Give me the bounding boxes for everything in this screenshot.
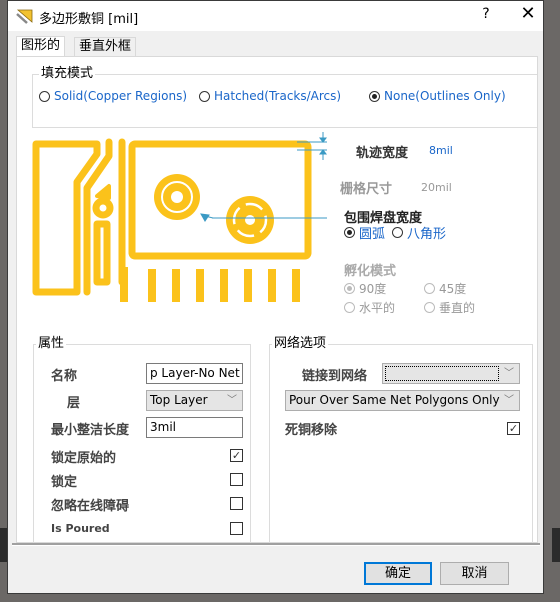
polygon-pour-dialog: 多边形敷铜 [mil] ? ✕ 图形的 垂直外框 填充模式 Solid(Copp… — [7, 0, 544, 594]
ignore-obstacles-label: 忽略在线障碍 — [51, 499, 130, 514]
footer-divider — [12, 543, 540, 546]
window-title: 多边形敷铜 [mil] — [39, 12, 139, 27]
fill-mode-title: 填充模式 — [39, 66, 96, 82]
radio-hatched-label: Hatched(Tracks/Arcs) — [214, 89, 342, 103]
radio-45-label: 45度 — [439, 282, 467, 296]
track-width-value[interactable]: 8mil — [429, 144, 453, 157]
copper-pad-left — [154, 174, 200, 220]
hatch-mode-label: 孵化模式 — [344, 264, 397, 279]
locked-checkbox[interactable] — [230, 473, 243, 486]
properties-title: 属性 — [36, 336, 67, 352]
radio-solid[interactable]: Solid(Copper Regions) — [39, 89, 187, 103]
radio-indicator — [344, 283, 355, 294]
layer-label: 层 — [67, 396, 81, 411]
radio-indicator — [424, 283, 435, 294]
connect-to-net-select[interactable]: ﹀ — [382, 363, 520, 384]
properties-group: 属性 名称 p Layer-No Net 1 层 Top Layer ﹀ 最小整… — [33, 336, 251, 544]
net-options-group: 网络选项 链接到网络 ﹀ Pour Over Same Net Polygons… — [269, 336, 533, 544]
radio-indicator — [344, 302, 355, 313]
radio-arcs-label: 圆弧 — [359, 227, 386, 242]
radio-90-label: 90度 — [359, 282, 387, 296]
radio-hatched[interactable]: Hatched(Tracks/Arcs) — [199, 89, 341, 103]
help-button[interactable]: ? — [472, 6, 500, 26]
set-square-ruler-icon — [16, 9, 33, 24]
min-prim-length-field[interactable]: 3mil — [146, 417, 243, 438]
locked-label: 锁定 — [51, 475, 78, 490]
radio-vertical[interactable]: 垂直的 — [424, 299, 475, 316]
connect-to-net-label: 链接到网络 — [302, 369, 368, 384]
ignore-obstacles-checkbox[interactable] — [230, 497, 243, 510]
radio-indicator — [344, 227, 355, 238]
chevron-down-icon: ﹀ — [504, 395, 514, 406]
is-poured-checkbox[interactable] — [230, 522, 243, 535]
polygon-preview-illustration — [32, 132, 327, 302]
copper-triangle — [95, 184, 111, 200]
is-poured-label: Is Poured — [51, 522, 110, 535]
name-label: 名称 — [51, 369, 78, 384]
pour-over-value: Pour Over Same Net Polygons Only — [289, 393, 500, 407]
copper-pad-right — [226, 196, 274, 244]
net-options-title: 网络选项 — [272, 336, 329, 352]
close-button[interactable]: ✕ — [508, 3, 548, 29]
radio-horizontal-label: 水平的 — [359, 301, 396, 315]
tab-graphics[interactable]: 图形的 — [16, 36, 66, 58]
lock-primitives-checkbox[interactable]: ✓ — [230, 449, 243, 462]
radio-45-degree[interactable]: 45度 — [424, 280, 466, 297]
radio-octagons[interactable]: 八角形 — [392, 223, 446, 242]
copper-slot — [93, 220, 111, 286]
radio-arcs[interactable]: 圆弧 — [344, 223, 385, 242]
checkmark-icon: ✓ — [508, 422, 519, 435]
radio-indicator — [424, 302, 435, 313]
remove-dead-copper-label: 死铜移除 — [285, 423, 338, 438]
radio-90-degree[interactable]: 90度 — [344, 280, 386, 297]
radio-indicator — [369, 90, 380, 102]
radio-vertical-label: 垂直的 — [439, 301, 476, 315]
radio-indicator — [392, 227, 403, 238]
radio-octagons-label: 八角形 — [407, 227, 447, 242]
pour-over-select[interactable]: Pour Over Same Net Polygons Only ﹀ — [285, 390, 520, 411]
copper-pins — [120, 267, 300, 302]
fill-mode-group: 填充模式 Solid(Copper Regions) Hatched(Track… — [32, 66, 537, 128]
track-width-label: 轨迹宽度 — [356, 146, 409, 161]
lock-primitives-label: 锁定原始的 — [51, 451, 117, 466]
layer-select[interactable]: Top Layer ﹀ — [146, 390, 243, 411]
min-prim-length-label: 最小整洁长度 — [51, 423, 130, 438]
chevron-down-icon: ﹀ — [504, 368, 514, 379]
radio-indicator — [199, 90, 210, 102]
ok-button[interactable]: 确定 — [364, 562, 432, 585]
radio-horizontal[interactable]: 水平的 — [344, 299, 395, 316]
chevron-down-icon: ﹀ — [227, 395, 237, 406]
remove-dead-copper-checkbox[interactable]: ✓ — [507, 422, 520, 435]
graphics-tab-panel: 填充模式 Solid(Copper Regions) Hatched(Track… — [16, 56, 538, 544]
radio-indicator — [39, 90, 50, 102]
name-field[interactable]: p Layer-No Net 1 — [146, 363, 243, 384]
radio-none-label: None(Outlines Only) — [384, 89, 506, 103]
cancel-button[interactable]: 取消 — [440, 562, 509, 585]
grid-size-label: 栅格尺寸 — [340, 182, 393, 197]
checkmark-icon: ✓ — [231, 449, 242, 462]
copper-small-ring — [92, 197, 114, 219]
grid-size-value[interactable]: 20mil — [421, 181, 452, 194]
title-bar: 多边形敷铜 [mil] ? ✕ — [8, 1, 543, 31]
tab-vertical-outline[interactable]: 垂直外框 — [74, 37, 137, 58]
radio-none[interactable]: None(Outlines Only) — [369, 89, 506, 103]
layer-select-value: Top Layer — [150, 393, 208, 407]
background-window-strip — [552, 528, 560, 562]
focus-rect — [385, 366, 499, 381]
radio-solid-label: Solid(Copper Regions) — [54, 89, 188, 103]
